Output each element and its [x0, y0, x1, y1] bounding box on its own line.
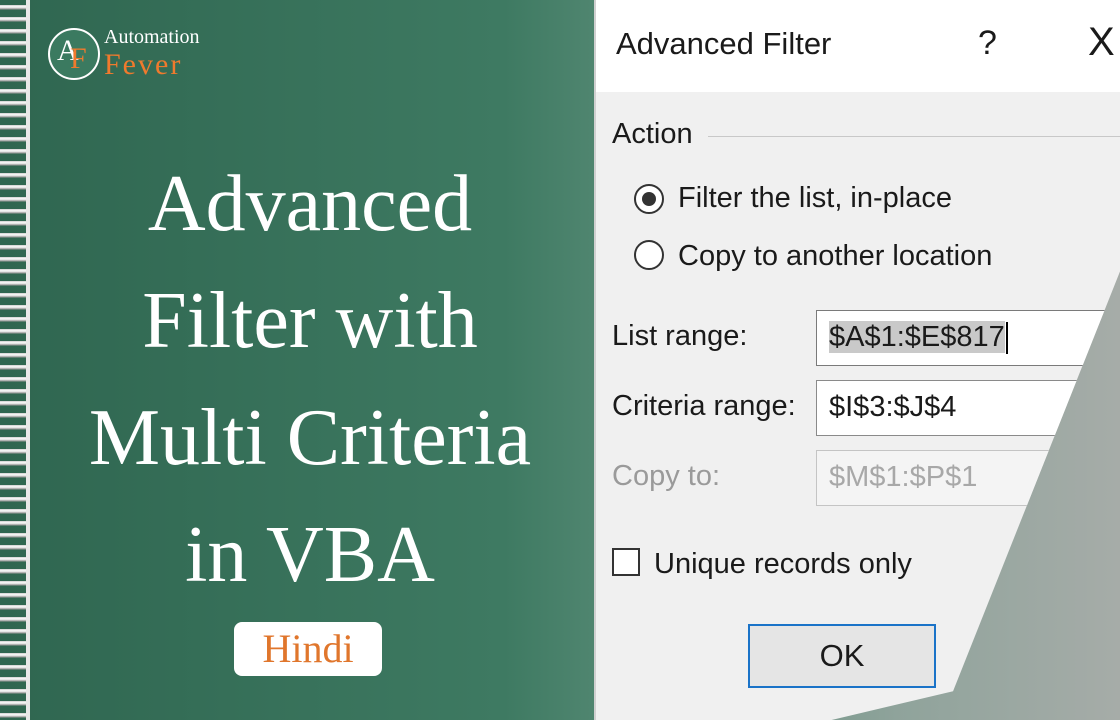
help-button[interactable]: ?	[978, 24, 997, 63]
headline-line-2: Filter with	[142, 277, 478, 365]
radio-filter-in-place[interactable]	[634, 184, 664, 214]
unique-records-checkbox[interactable]	[612, 548, 640, 576]
list-range-value: $A$1:$E$817	[829, 321, 1005, 353]
radio-copy-to-location[interactable]	[634, 240, 664, 270]
list-range-label: List range:	[612, 320, 748, 352]
copy-to-input[interactable]: $M$1:$P$1	[816, 450, 1120, 506]
list-range-input[interactable]: $A$1:$E$817	[816, 310, 1120, 366]
criteria-range-label: Criteria range:	[612, 390, 796, 422]
unique-records-label[interactable]: Unique records only	[654, 548, 912, 581]
dialog-title: Advanced Filter	[616, 26, 832, 61]
advanced-filter-dialog: Advanced Filter ? X Action Filter the li…	[594, 0, 1120, 720]
logo-text-fever: Fever	[104, 48, 183, 81]
headline-line-4: in VBA	[185, 511, 435, 599]
logo-mark-icon: A F	[48, 28, 100, 80]
criteria-range-input[interactable]: $I$3:$J$4	[816, 380, 1120, 436]
action-group-label: Action	[612, 118, 693, 150]
brand-logo: A F Automation Fever	[48, 26, 248, 82]
group-divider	[708, 136, 1120, 137]
spiral-binding	[0, 0, 30, 720]
dialog-titlebar: Advanced Filter ? X	[596, 0, 1120, 92]
headline: Advanced Filter with Multi Criteria in V…	[30, 146, 590, 614]
language-badge: Hindi	[234, 622, 382, 676]
headline-line-1: Advanced	[147, 160, 473, 248]
radio-copy-to-location-label[interactable]: Copy to another location	[678, 240, 992, 273]
ok-button[interactable]: OK	[748, 624, 936, 688]
copy-to-label: Copy to:	[612, 460, 720, 492]
radio-filter-in-place-label[interactable]: Filter the list, in-place	[678, 182, 952, 215]
headline-line-3: Multi Criteria	[88, 394, 532, 482]
logo-mark-f: F	[70, 42, 87, 75]
close-button[interactable]: X	[1088, 20, 1115, 65]
logo-text-automation: Automation	[104, 26, 200, 48]
